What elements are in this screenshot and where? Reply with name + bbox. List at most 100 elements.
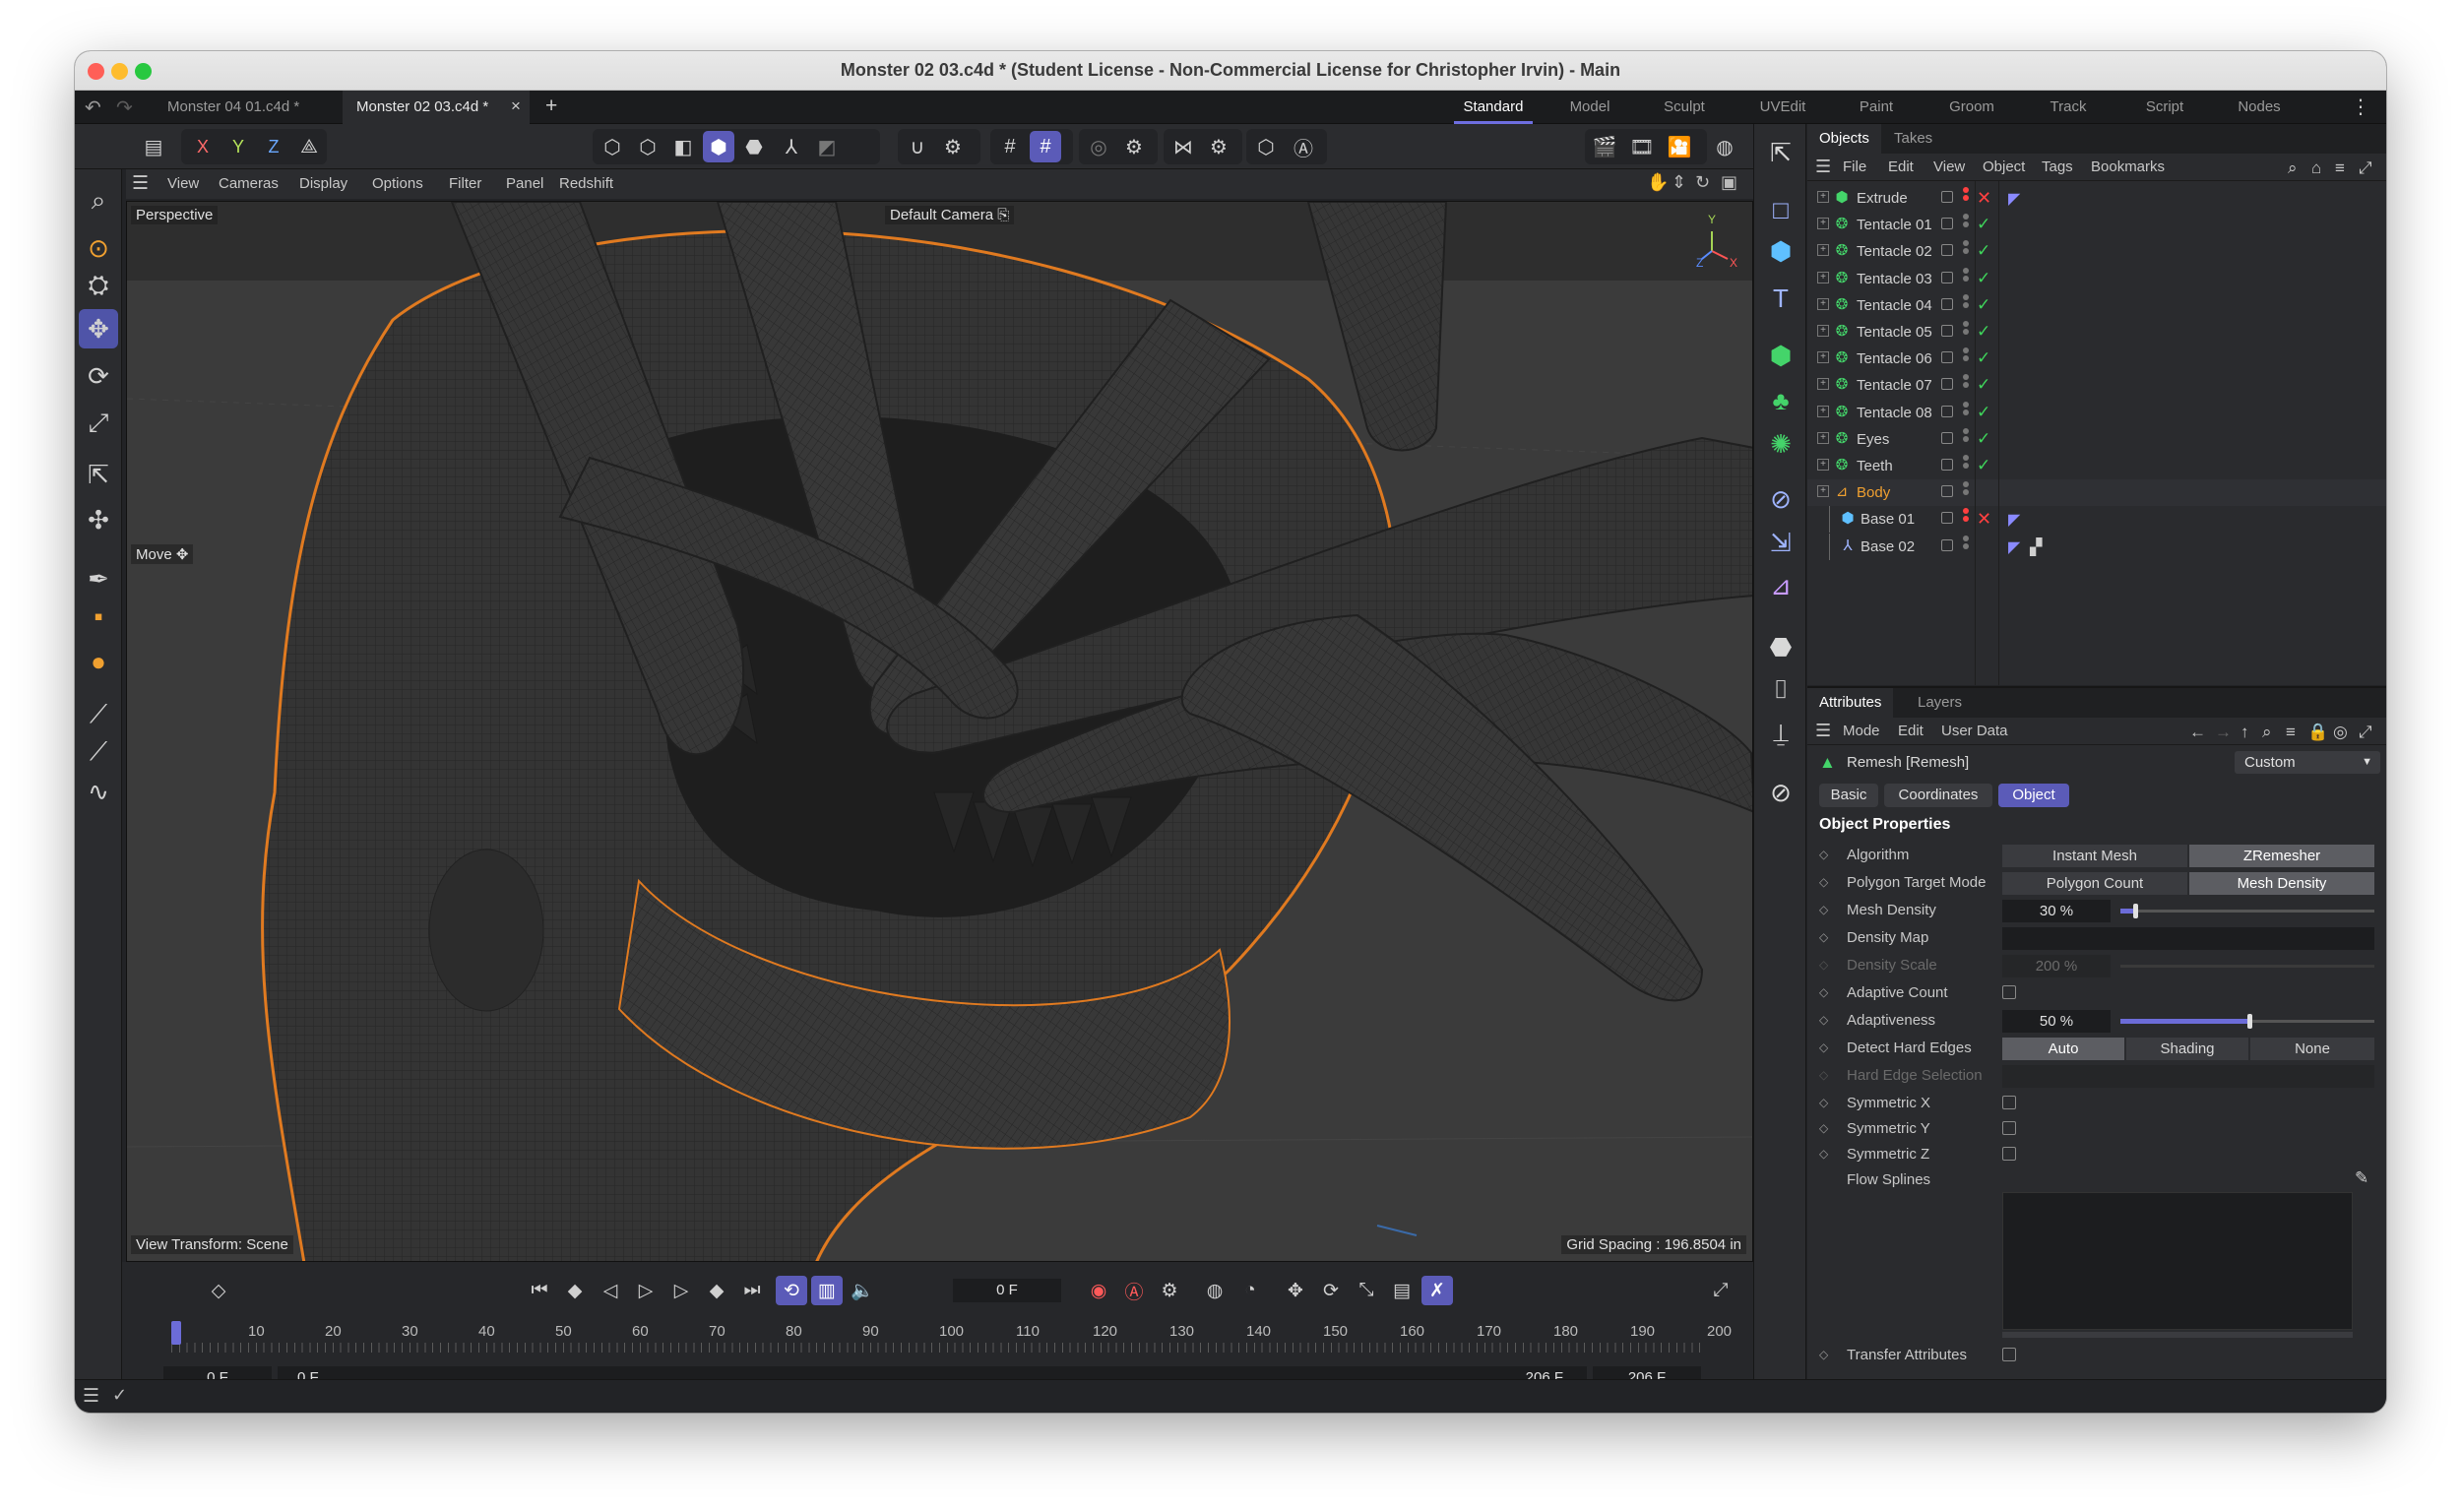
obj-menu-bookmarks[interactable]: Bookmarks xyxy=(2091,158,2165,175)
render-settings-icon[interactable]: ⚙ xyxy=(1118,131,1150,162)
obj-filter-icon[interactable]: ≡ xyxy=(2335,158,2345,178)
workspace-sculpt[interactable]: Sculpt xyxy=(1650,91,1719,124)
tag-icon[interactable]: ◤ xyxy=(2008,510,2020,530)
object-row[interactable]: + ❂ Tentacle 05 ✓ xyxy=(1807,319,2386,346)
visibility-dots[interactable] xyxy=(1963,427,1969,450)
spline-pen-icon[interactable]: ✒ xyxy=(79,559,118,598)
adaptive-count-checkbox[interactable] xyxy=(2002,985,2016,999)
attr-search-icon[interactable]: ⌕ xyxy=(2262,723,2272,742)
layer-toggle-checkbox[interactable] xyxy=(1941,485,1953,498)
tab-objects[interactable]: Objects xyxy=(1807,124,1881,154)
workspace-standard[interactable]: Standard xyxy=(1454,91,1533,124)
obj-search-icon[interactable]: ⌕ xyxy=(2288,158,2298,178)
visibility-dots[interactable] xyxy=(1963,508,1969,530)
null-object-icon[interactable]: ⇲ xyxy=(1762,524,1799,561)
target-polygon-count[interactable]: Polygon Count xyxy=(2002,872,2187,895)
subtab-basic[interactable]: Basic xyxy=(1819,784,1878,807)
visibility-dots[interactable] xyxy=(1963,214,1969,235)
cloner-icon[interactable]: ⬢ xyxy=(1762,337,1799,374)
layer-toggle-checkbox[interactable] xyxy=(1941,244,1953,257)
points-mode-icon[interactable]: ⬡ xyxy=(597,131,628,162)
pick-spline-icon[interactable]: ✎ xyxy=(2355,1168,2368,1188)
enabled-check-icon[interactable]: ✓ xyxy=(1977,322,1990,342)
object-row[interactable]: + ❂ Tentacle 08 ✓ xyxy=(1807,400,2386,426)
multi-move-icon[interactable]: ✣ xyxy=(79,500,118,539)
obj-home-icon[interactable]: ⌂ xyxy=(2311,158,2321,178)
object-row[interactable]: + ❂ Teeth ✓ xyxy=(1807,453,2386,479)
obj-menu-file[interactable]: File xyxy=(1843,158,1866,175)
search-icon[interactable]: ⌕ xyxy=(79,181,118,220)
up-arrow-icon[interactable]: ↑ xyxy=(2240,723,2249,742)
list-resize-handle[interactable] xyxy=(2002,1332,2353,1338)
brush-icon[interactable]: ⟋ xyxy=(79,695,118,734)
density-map-field[interactable] xyxy=(2002,927,2374,950)
expand-icon[interactable]: + xyxy=(1817,191,1829,203)
expand-icon[interactable]: + xyxy=(1817,431,1829,444)
attr-hamburger-icon[interactable]: ☰ xyxy=(1815,721,1831,741)
vp-menu-redshift[interactable]: Redshift xyxy=(559,175,613,192)
mesh-density-slider[interactable] xyxy=(2120,910,2374,913)
cube-icon[interactable]: ⬢ xyxy=(1762,232,1799,270)
layer-toggle-checkbox[interactable] xyxy=(1941,191,1953,203)
magnet-icon[interactable]: ∪ xyxy=(902,131,933,162)
layer-toggle-checkbox[interactable] xyxy=(1941,271,1953,284)
visibility-dots[interactable] xyxy=(1963,267,1969,289)
doc-tab-1[interactable]: Monster 04 01.c4d * xyxy=(154,91,341,124)
subtab-object[interactable]: Object xyxy=(1998,784,2069,807)
tag-icon[interactable]: ◤ xyxy=(2008,537,2020,557)
expand-icon[interactable]: + xyxy=(1817,485,1829,498)
render-picture-viewer-icon[interactable]: 🎞 xyxy=(1626,131,1658,162)
paint-tool-icon[interactable]: ▪ xyxy=(79,597,118,636)
tag-icon[interactable]: ⊘ xyxy=(1762,774,1799,811)
layer-toggle-checkbox[interactable] xyxy=(1941,459,1953,471)
target-icon[interactable]: ◎ xyxy=(2333,723,2348,742)
3d-viewport[interactable]: Y Z X Perspective Default Camera ⎘ Move … xyxy=(126,201,1753,1262)
subtab-coordinates[interactable]: Coordinates xyxy=(1884,784,1992,807)
expand-icon[interactable]: + xyxy=(1817,378,1829,391)
algorithm-zremesher[interactable]: ZRemesher xyxy=(2189,845,2374,867)
obj-expand-icon[interactable]: ⤢ xyxy=(2359,158,2372,178)
render-view-icon[interactable]: 🎬 xyxy=(1589,131,1620,162)
expand-icon[interactable]: + xyxy=(1817,405,1829,417)
more-options-icon[interactable]: ⋮ xyxy=(2351,94,2370,119)
disabled-x-icon[interactable]: ✕ xyxy=(1977,188,1991,209)
layer-toggle-checkbox[interactable] xyxy=(1941,431,1953,444)
back-arrow-icon[interactable]: ← xyxy=(2189,723,2206,742)
target-mesh-density[interactable]: Mesh Density xyxy=(2189,872,2374,895)
algorithm-instant-mesh[interactable]: Instant Mesh xyxy=(2002,845,2187,867)
camera-label[interactable]: Default Camera ⎘ xyxy=(885,206,1015,224)
keyframe-diamond-icon[interactable]: ◇ xyxy=(1819,1040,1828,1054)
lock-x-button[interactable]: X xyxy=(187,131,219,162)
objects-hamburger-icon[interactable]: ☰ xyxy=(1815,157,1831,177)
visibility-dots[interactable] xyxy=(1963,455,1969,476)
enabled-check-icon[interactable]: ✓ xyxy=(1977,295,1990,315)
enabled-check-icon[interactable]: ✓ xyxy=(1977,375,1990,395)
expand-icon[interactable]: + xyxy=(1817,271,1829,284)
layer-toggle-checkbox[interactable] xyxy=(1941,405,1953,417)
lock-icon[interactable]: 🔒 xyxy=(2307,723,2328,742)
auto-icon[interactable]: Ⓐ xyxy=(1288,131,1319,162)
enabled-check-icon[interactable]: ✓ xyxy=(1977,456,1990,475)
visibility-dots[interactable] xyxy=(1963,321,1969,343)
hard-edges-none[interactable]: None xyxy=(2250,1038,2374,1060)
grid-icon[interactable]: # xyxy=(994,131,1026,162)
interactive-render-icon[interactable]: ◍ xyxy=(1709,131,1740,162)
sketch-icon[interactable]: ∿ xyxy=(79,772,118,811)
layer-toggle-checkbox[interactable] xyxy=(1941,538,1953,551)
tag-icon[interactable]: ◤ xyxy=(2008,189,2020,209)
keyframe-diamond-icon[interactable]: ◇ xyxy=(1819,903,1828,916)
layer-toggle-checkbox[interactable] xyxy=(1941,297,1953,310)
object-row[interactable]: ⬢ Base 01 ✕ ◤ xyxy=(1807,506,2386,534)
enabled-check-icon[interactable]: ✓ xyxy=(1977,348,1990,368)
dolly-icon[interactable]: ⇕ xyxy=(1672,172,1686,193)
layer-toggle-checkbox[interactable] xyxy=(1941,325,1953,337)
workplane-snap-icon[interactable]: # xyxy=(1030,131,1061,162)
visibility-dots[interactable] xyxy=(1963,374,1969,396)
move-settings-icon[interactable]: ⛭ xyxy=(79,266,118,305)
attr-expand-icon[interactable]: ⤢ xyxy=(2359,723,2372,742)
checker-tag-icon[interactable]: ▞ xyxy=(2030,537,2042,557)
enabled-check-icon[interactable]: ✓ xyxy=(1977,215,1990,234)
playhead[interactable] xyxy=(171,1321,181,1345)
object-row[interactable]: + ❂ Tentacle 04 ✓ xyxy=(1807,292,2386,319)
disabled-x-icon[interactable]: ✕ xyxy=(1977,509,1991,530)
